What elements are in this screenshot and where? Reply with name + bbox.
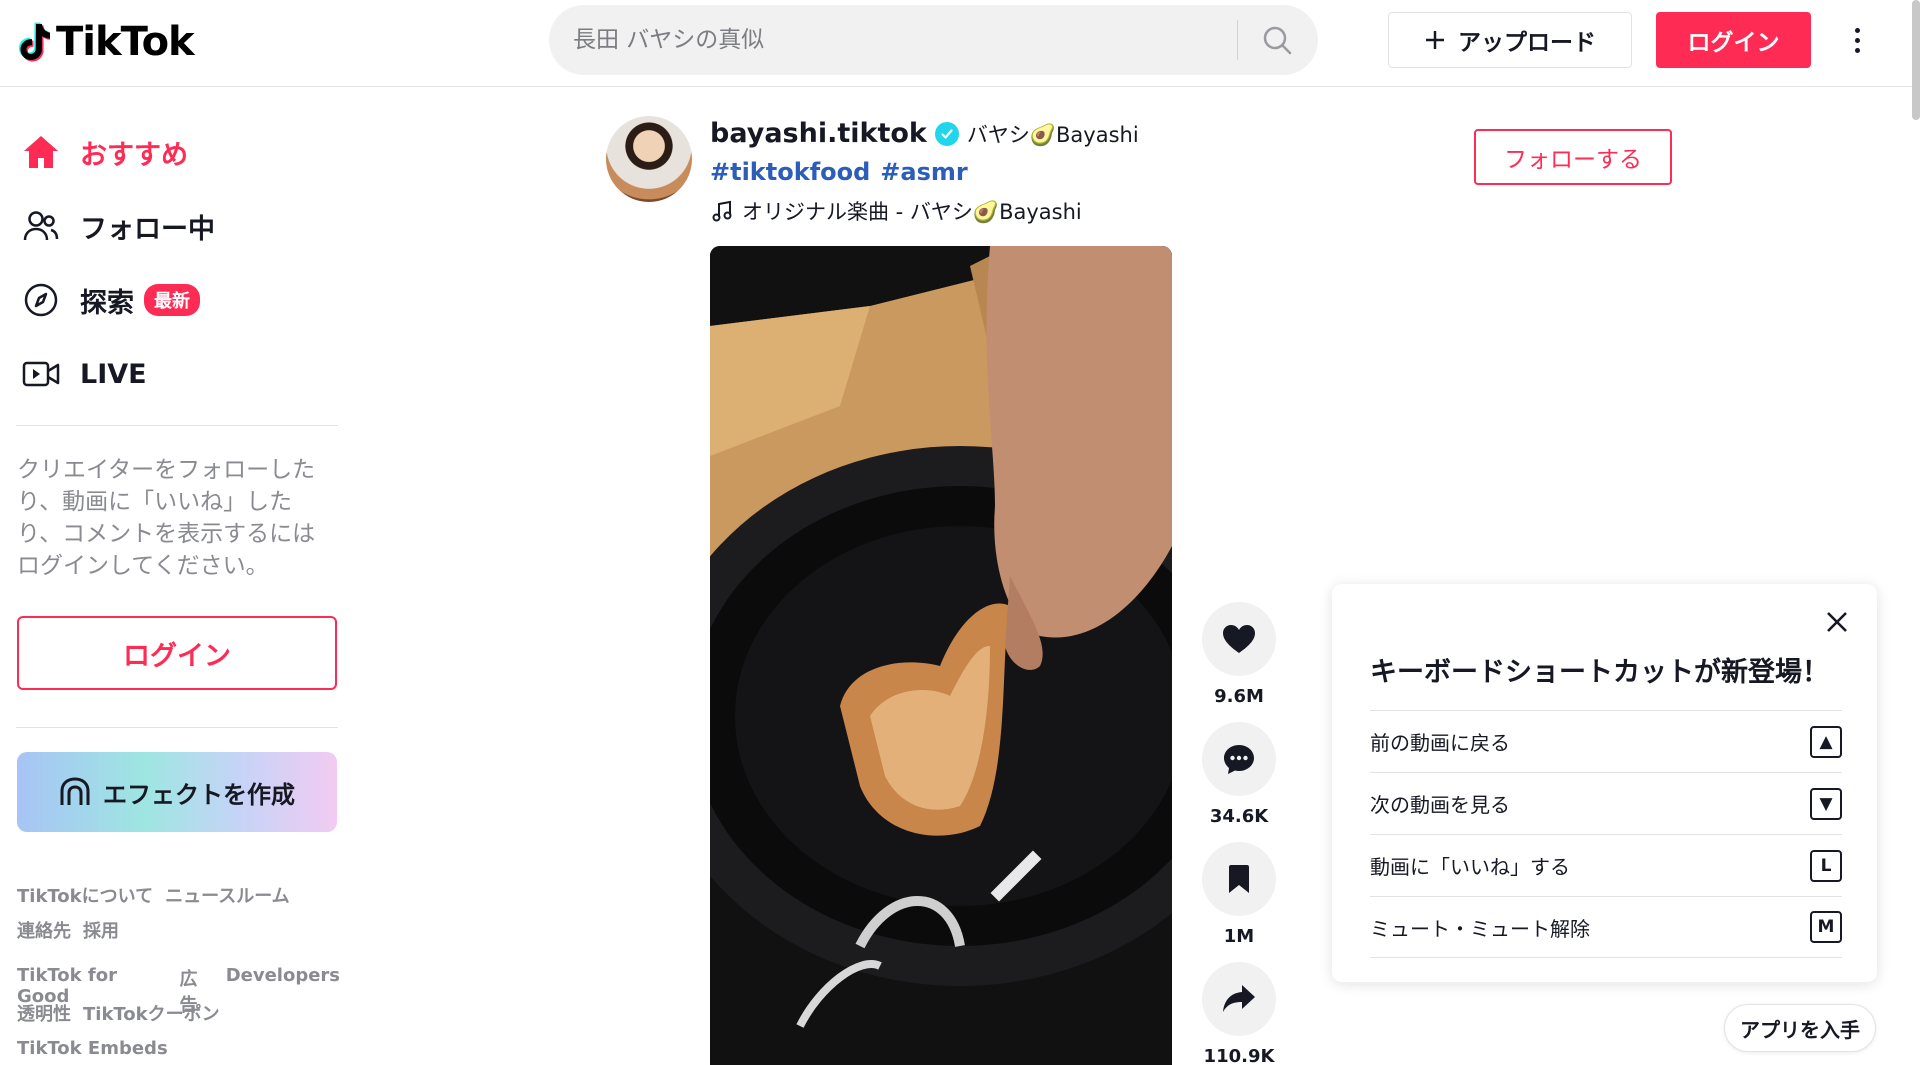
nav-label: 探索 xyxy=(80,287,134,319)
author-avatar[interactable] xyxy=(606,116,692,202)
sidebar-divider xyxy=(16,727,338,728)
compass-icon xyxy=(20,279,62,321)
key-down-icon: ▼ xyxy=(1810,787,1842,820)
save-action: 1M xyxy=(1202,842,1276,947)
footer-link-coupons[interactable]: TikTokクーポン xyxy=(83,1000,220,1026)
footer-links-row: 透明性 TikTokクーポン xyxy=(17,1000,220,1026)
footer-link-contact[interactable]: 連絡先 xyxy=(17,917,71,943)
bookmark-icon xyxy=(1229,865,1249,893)
sidebar-item-explore[interactable]: 探索 最新 xyxy=(20,274,200,326)
sidebar-item-for-you[interactable]: おすすめ xyxy=(20,126,188,178)
shortcut-label: 前の動画に戻る xyxy=(1370,731,1510,755)
search-icon xyxy=(1263,26,1292,55)
shortcut-row: 次の動画を見る ▼ xyxy=(1370,772,1842,834)
home-icon xyxy=(20,131,62,173)
heart-icon xyxy=(1223,625,1255,653)
plus-icon xyxy=(1426,31,1444,49)
logo-text: TikTok xyxy=(56,19,195,65)
author-line: bayashi.tiktok バヤシ🥑Bayashi xyxy=(710,118,1139,149)
shortcut-row: ミュート・ミュート解除 M xyxy=(1370,896,1842,958)
header-login-button[interactable]: ログイン xyxy=(1656,12,1811,68)
music-link[interactable]: オリジナル楽曲 - バヤシ🥑Bayashi xyxy=(712,196,1082,226)
verified-icon xyxy=(934,121,959,146)
hashtag-link[interactable]: #asmr xyxy=(880,158,967,186)
sidebar-login-button[interactable]: ログイン xyxy=(17,616,337,690)
tiktok-logo[interactable]: TikTok xyxy=(16,14,195,70)
get-app-button[interactable]: アプリを入手 xyxy=(1724,1004,1876,1052)
shortcut-label: 動画に「いいね」する xyxy=(1370,855,1570,879)
upload-button[interactable]: アップロード xyxy=(1388,12,1632,68)
like-action: 9.6M xyxy=(1202,602,1276,707)
sidebar-item-following[interactable]: フォロー中 xyxy=(20,200,215,252)
tiktok-note-icon xyxy=(19,22,50,62)
share-button[interactable] xyxy=(1202,962,1276,1036)
video-frame xyxy=(710,246,1172,1065)
footer-link-embeds[interactable]: TikTok Embeds xyxy=(17,1038,168,1059)
search-divider xyxy=(1237,20,1238,60)
shortcut-label: ミュート・ミュート解除 xyxy=(1370,916,1590,941)
nav-label: LIVE xyxy=(80,358,147,390)
comment-action: 34.6K xyxy=(1202,722,1276,827)
search-bar xyxy=(549,5,1318,75)
shortcut-row: 前の動画に戻る ▲ xyxy=(1370,710,1842,772)
footer-links-row: 連絡先 採用 xyxy=(17,917,119,943)
shortcut-label: 次の動画を見る xyxy=(1370,793,1510,817)
search-input[interactable] xyxy=(573,5,1253,75)
people-icon xyxy=(20,205,62,247)
comment-icon xyxy=(1224,745,1254,774)
more-dot xyxy=(1854,37,1860,43)
save-button[interactable] xyxy=(1202,842,1276,916)
effect-label: エフェクトを作成 xyxy=(103,780,295,809)
key-up-icon: ▲ xyxy=(1810,725,1842,758)
nav-label: おすすめ xyxy=(80,139,188,171)
share-action: 110.9K xyxy=(1202,962,1276,1065)
more-options-icon[interactable] xyxy=(1842,20,1872,60)
hashtags: #tiktokfood #asmr xyxy=(710,158,968,186)
music-note-icon xyxy=(712,200,732,222)
new-badge: 最新 xyxy=(144,284,200,316)
author-nickname: バヤシ🥑Bayashi xyxy=(966,122,1139,147)
author-username[interactable]: bayashi.tiktok xyxy=(710,118,927,149)
share-count: 110.9K xyxy=(1203,1046,1275,1065)
sidebar-divider xyxy=(16,425,338,426)
footer-links-row: TikTokについて ニュースルーム xyxy=(17,882,290,908)
effect-house-icon xyxy=(60,777,90,805)
live-icon xyxy=(20,353,62,395)
footer-link-developers[interactable]: Developers xyxy=(226,965,340,1017)
shortcut-row: 動画に「いいね」する L xyxy=(1370,834,1842,896)
comment-button[interactable] xyxy=(1202,722,1276,796)
search-button[interactable] xyxy=(1249,13,1305,67)
comment-count: 34.6K xyxy=(1209,806,1269,827)
more-dot xyxy=(1854,27,1860,33)
follow-button[interactable]: フォローする xyxy=(1474,129,1672,185)
shortcuts-title: キーボードショートカットが新登場！ xyxy=(1370,657,1829,688)
share-icon xyxy=(1223,985,1255,1012)
footer-links-row: TikTok Embeds xyxy=(17,1038,168,1059)
close-icon[interactable] xyxy=(1823,608,1851,636)
key-m-icon: M xyxy=(1810,911,1842,943)
top-header: TikTok アップロード ログイン xyxy=(0,0,1920,87)
like-count: 9.6M xyxy=(1214,686,1264,707)
login-prompt-text: クリエイターをフォローしたり、動画に「いいね」したり、コメントを表示するにはログ… xyxy=(17,457,316,579)
sidebar-item-live[interactable]: LIVE xyxy=(20,348,147,400)
video-player[interactable] xyxy=(710,246,1172,1065)
page-scrollbar[interactable] xyxy=(1912,0,1920,120)
music-title: オリジナル楽曲 - バヤシ🥑Bayashi xyxy=(742,200,1082,224)
footer-link-transparency[interactable]: 透明性 xyxy=(17,1000,71,1026)
like-button[interactable] xyxy=(1202,602,1276,676)
keyboard-shortcuts-panel: キーボードショートカットが新登場！ 前の動画に戻る ▲ 次の動画を見る ▼ 動画… xyxy=(1332,584,1877,982)
key-l-icon: L xyxy=(1810,849,1842,882)
create-effect-button[interactable]: エフェクトを作成 xyxy=(17,752,337,832)
footer-link-about[interactable]: TikTokについて xyxy=(17,882,153,908)
hashtag-link[interactable]: #tiktokfood xyxy=(710,158,870,186)
footer-link-careers[interactable]: 採用 xyxy=(83,917,119,943)
more-dot xyxy=(1854,47,1860,53)
nav-label: フォロー中 xyxy=(80,213,215,245)
save-count: 1M xyxy=(1223,926,1255,947)
sidebar: おすすめ フォロー中 探索 最新 LIVE クリエイターをフォローしたり、動画に… xyxy=(0,88,340,1065)
footer-link-newsroom[interactable]: ニュースルーム xyxy=(165,882,290,908)
upload-label: アップロード xyxy=(1458,30,1596,56)
